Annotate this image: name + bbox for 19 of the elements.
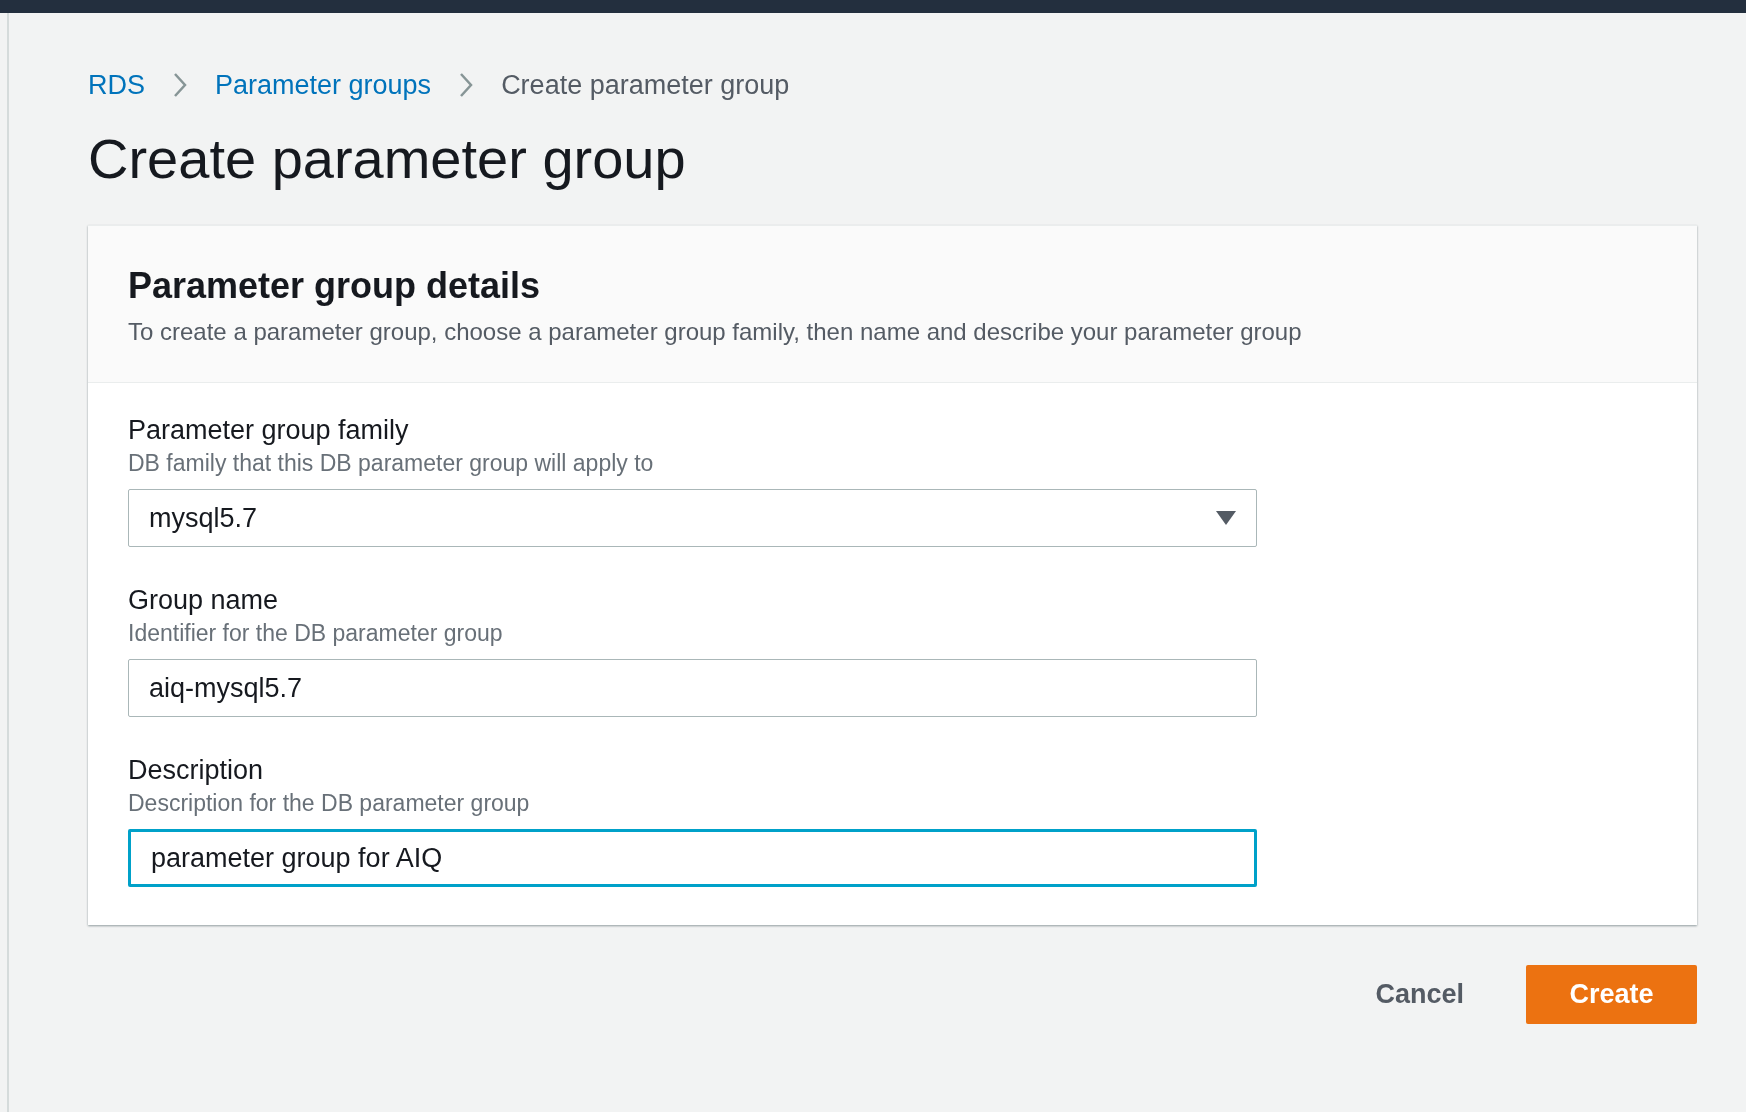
page-title: Create parameter group [88, 126, 687, 192]
field-label: Description [128, 754, 265, 787]
cancel-button[interactable]: Cancel [1359, 965, 1480, 1024]
breadcrumb-current: Create parameter group [501, 68, 790, 102]
breadcrumb-link[interactable]: RDS [88, 64, 145, 106]
field-label: Group name [128, 584, 280, 617]
caret-down-icon [1216, 511, 1236, 525]
field-hint: Description for the DB parameter group [128, 789, 531, 818]
text-input-field[interactable]: aiq-mysql5.7 [128, 659, 1257, 717]
breadcrumb-link[interactable]: Parameter groups [215, 64, 432, 106]
family-select[interactable]: mysql5.7 [128, 489, 1257, 547]
field-hint: DB family that this DB parameter group will apply to [128, 449, 655, 478]
field-hint: Identifier for the DB parameter group [128, 619, 504, 648]
field-label: Parameter group family [128, 414, 410, 447]
panel-description: To create a parameter group, choose a parameter group family, then name and describe your parameter group [128, 317, 1303, 347]
chevron-right-icon [459, 72, 474, 98]
text-input-field[interactable]: parameter group for AIQ [128, 829, 1257, 887]
chevron-right-icon [173, 72, 187, 98]
panel-title: Parameter group details [128, 264, 542, 308]
